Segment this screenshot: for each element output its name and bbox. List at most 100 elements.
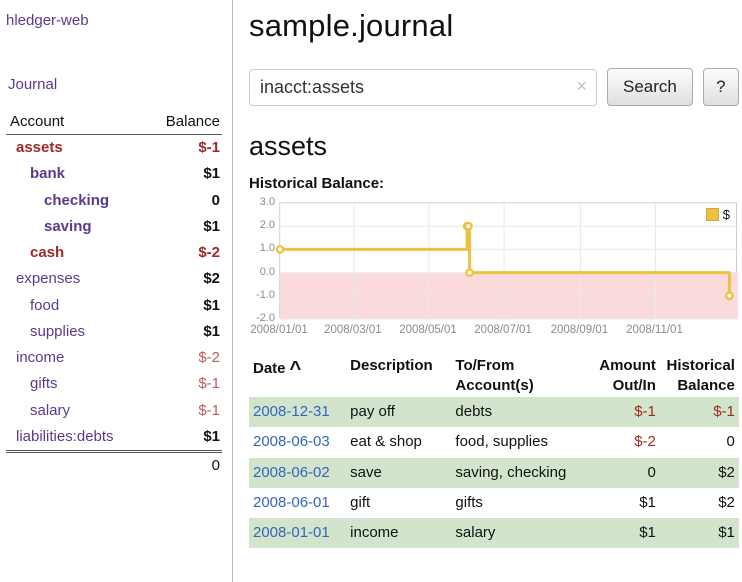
chart-x-tick-label: 2008/11/01 — [626, 324, 683, 336]
register-date-link[interactable]: 2008-06-02 — [249, 458, 346, 488]
chart-x-tick-label: 2008/01/01 — [250, 324, 308, 336]
account-row: liabilities:debts $1 — [6, 424, 222, 452]
chart-plot: $ — [279, 202, 737, 318]
clear-search-icon[interactable]: × — [576, 76, 587, 97]
sidebar-item-journal[interactable]: Journal — [8, 76, 57, 93]
register-amount: $1 — [587, 488, 660, 518]
accounts-header-balance: Balance — [145, 110, 222, 135]
search-field-wrap: × — [249, 69, 597, 106]
register-header-amount-line1: Amount — [591, 356, 656, 376]
register-date-link[interactable]: 2008-06-01 — [249, 488, 346, 518]
accounts-header-account: Account — [6, 110, 145, 135]
account-balance: 0 — [145, 188, 222, 214]
search-button[interactable]: Search — [607, 68, 693, 106]
account-balance: $-2 — [145, 345, 222, 371]
account-row: supplies $1 — [6, 319, 222, 345]
register-balance: $2 — [660, 488, 739, 518]
account-balance: $-1 — [145, 135, 222, 162]
chart-legend: $ — [703, 206, 733, 223]
account-row: checking 0 — [6, 188, 222, 214]
register-table: Date^ Description To/From Account(s) Amo… — [249, 354, 739, 548]
legend-swatch-icon — [706, 208, 719, 221]
account-link-expenses[interactable]: expenses — [6, 266, 145, 292]
register-date-link[interactable]: 2008-12-31 — [249, 397, 346, 427]
main-content: sample.journal × Search ? assets Histori… — [233, 0, 742, 582]
register-header-amount-line2: Out/In — [591, 376, 656, 396]
register-row: 2008-01-01 income salary $1 $1 — [249, 518, 739, 548]
accounts-total-spacer — [6, 452, 145, 480]
register-header-amount: Amount Out/In — [587, 354, 660, 397]
register-amount: $-2 — [587, 427, 660, 457]
register-header-account-line2: Account(s) — [455, 376, 583, 396]
register-description: gift — [346, 488, 451, 518]
account-row: cash $-2 — [6, 240, 222, 266]
search-input[interactable] — [249, 69, 597, 106]
register-header-date[interactable]: Date^ — [249, 354, 346, 397]
account-row: expenses $2 — [6, 266, 222, 292]
chart-y-tick-label: 3.0 — [249, 196, 275, 208]
help-button[interactable]: ? — [703, 68, 739, 106]
register-accounts: food, supplies — [451, 427, 587, 457]
register-header-balance: Historical Balance — [660, 354, 739, 397]
account-balance: $1 — [145, 319, 222, 345]
chart-title: Historical Balance: — [249, 175, 739, 192]
account-balance: $1 — [145, 293, 222, 319]
register-row: 2008-06-02 save saving, checking 0 $2 — [249, 458, 739, 488]
register-balance: 0 — [660, 427, 739, 457]
account-link-salary[interactable]: salary — [6, 398, 145, 424]
register-header-description: Description — [346, 354, 451, 397]
register-date-link[interactable]: 2008-06-03 — [249, 427, 346, 457]
account-balance: $1 — [145, 161, 222, 187]
register-accounts: debts — [451, 397, 587, 427]
account-link-gifts[interactable]: gifts — [6, 371, 145, 397]
accounts-total-row: 0 — [6, 452, 222, 480]
register-row: 2008-12-31 pay off debts $-1 $-1 — [249, 397, 739, 427]
account-row: gifts $-1 — [6, 371, 222, 397]
chart-y-tick-label: -2.0 — [249, 312, 275, 324]
register-header-account-line1: To/From — [455, 356, 583, 376]
account-link-income[interactable]: income — [6, 345, 145, 371]
register-header-account: To/From Account(s) — [451, 354, 587, 397]
chart-plot-svg — [280, 203, 738, 319]
register-header-balance-line1: Historical — [664, 356, 735, 376]
page-title: sample.journal — [249, 8, 739, 44]
register-balance: $1 — [660, 518, 739, 548]
chart-x-tick-label: 2008/05/01 — [399, 324, 457, 336]
accounts-table: Account Balance assets $-1 bank $1 check… — [6, 110, 222, 479]
account-row: income $-2 — [6, 345, 222, 371]
account-link-cash[interactable]: cash — [6, 240, 145, 266]
register-date-link[interactable]: 2008-01-01 — [249, 518, 346, 548]
chart-x-tick-label: 2008/09/01 — [551, 324, 609, 336]
account-row: salary $-1 — [6, 398, 222, 424]
sidebar: hledger-web Journal Account Balance asse… — [0, 0, 233, 582]
account-link-saving[interactable]: saving — [6, 214, 145, 240]
account-balance: $-1 — [145, 371, 222, 397]
account-link-supplies[interactable]: supplies — [6, 319, 145, 345]
account-link-liabilities-debts[interactable]: liabilities:debts — [6, 424, 145, 452]
register-balance: $-1 — [660, 397, 739, 427]
register-balance: $2 — [660, 458, 739, 488]
register-accounts: saving, checking — [451, 458, 587, 488]
account-row: food $1 — [6, 293, 222, 319]
app-title-link[interactable]: hledger-web — [6, 12, 89, 29]
account-balance: $1 — [145, 214, 222, 240]
account-link-assets[interactable]: assets — [6, 135, 145, 162]
account-link-food[interactable]: food — [6, 293, 145, 319]
account-balance: $1 — [145, 424, 222, 452]
account-balance: $-2 — [145, 240, 222, 266]
account-link-checking[interactable]: checking — [6, 188, 145, 214]
register-description: income — [346, 518, 451, 548]
register-description: eat & shop — [346, 427, 451, 457]
chart-y-tick-label: 2.0 — [249, 219, 275, 231]
account-balance: $-1 — [145, 398, 222, 424]
register-header-row: Date^ Description To/From Account(s) Amo… — [249, 354, 739, 397]
register-header-date-label: Date — [253, 360, 286, 377]
register-row: 2008-06-01 gift gifts $1 $2 — [249, 488, 739, 518]
chart-y-tick-label: -1.0 — [249, 289, 275, 301]
account-row: assets $-1 — [6, 135, 222, 162]
register-header-balance-line2: Balance — [664, 376, 735, 396]
legend-label: $ — [723, 207, 730, 222]
accounts-header-row: Account Balance — [6, 110, 222, 135]
account-link-bank[interactable]: bank — [6, 161, 145, 187]
register-description: save — [346, 458, 451, 488]
